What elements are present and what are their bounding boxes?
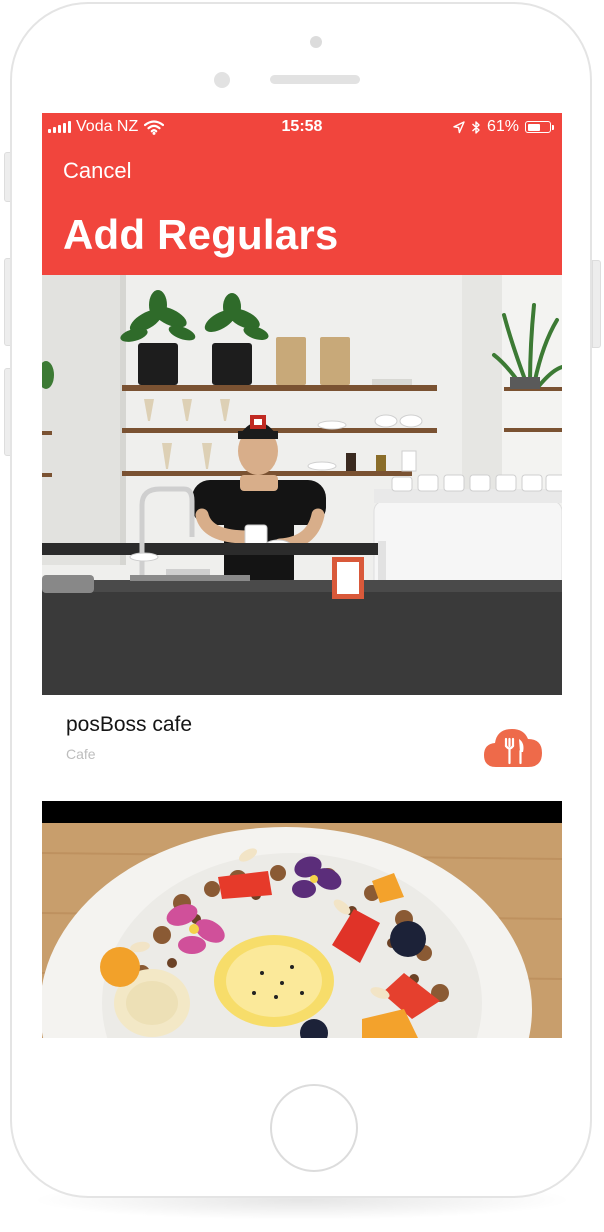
page-title: Add Regulars	[63, 211, 339, 258]
cancel-button[interactable]: Cancel	[63, 158, 131, 184]
home-button[interactable]	[270, 1084, 358, 1172]
food-photo[interactable]	[42, 823, 562, 1038]
proximity-sensor	[214, 72, 230, 88]
photo-top-bar	[42, 801, 562, 823]
listing-name: posBoss cafe	[66, 713, 193, 736]
battery-icon	[525, 121, 554, 133]
bluetooth-icon	[471, 120, 480, 134]
header: Voda NZ 15:58 61% Cancel Add Regulars	[42, 113, 562, 275]
battery-level	[527, 123, 541, 131]
battery-percent: 61%	[486, 118, 519, 135]
listing-card[interactable]: posBoss cafe Cafe	[42, 695, 562, 801]
power-button	[592, 260, 601, 348]
earpiece-speaker	[270, 75, 360, 84]
cafe-photo[interactable]	[42, 275, 562, 695]
restaurant-cloud-icon[interactable]	[482, 725, 544, 769]
status-right: 61%	[453, 118, 554, 136]
front-camera	[310, 36, 322, 48]
status-bar: Voda NZ 15:58 61%	[42, 113, 562, 141]
food-photo-illustration	[42, 823, 562, 1038]
cafe-photo-illustration	[42, 275, 562, 695]
listing-category: Cafe	[66, 746, 96, 762]
app-screen: Voda NZ 15:58 61% Cancel Add Regulars po…	[42, 113, 562, 1038]
location-arrow-icon	[453, 120, 465, 133]
